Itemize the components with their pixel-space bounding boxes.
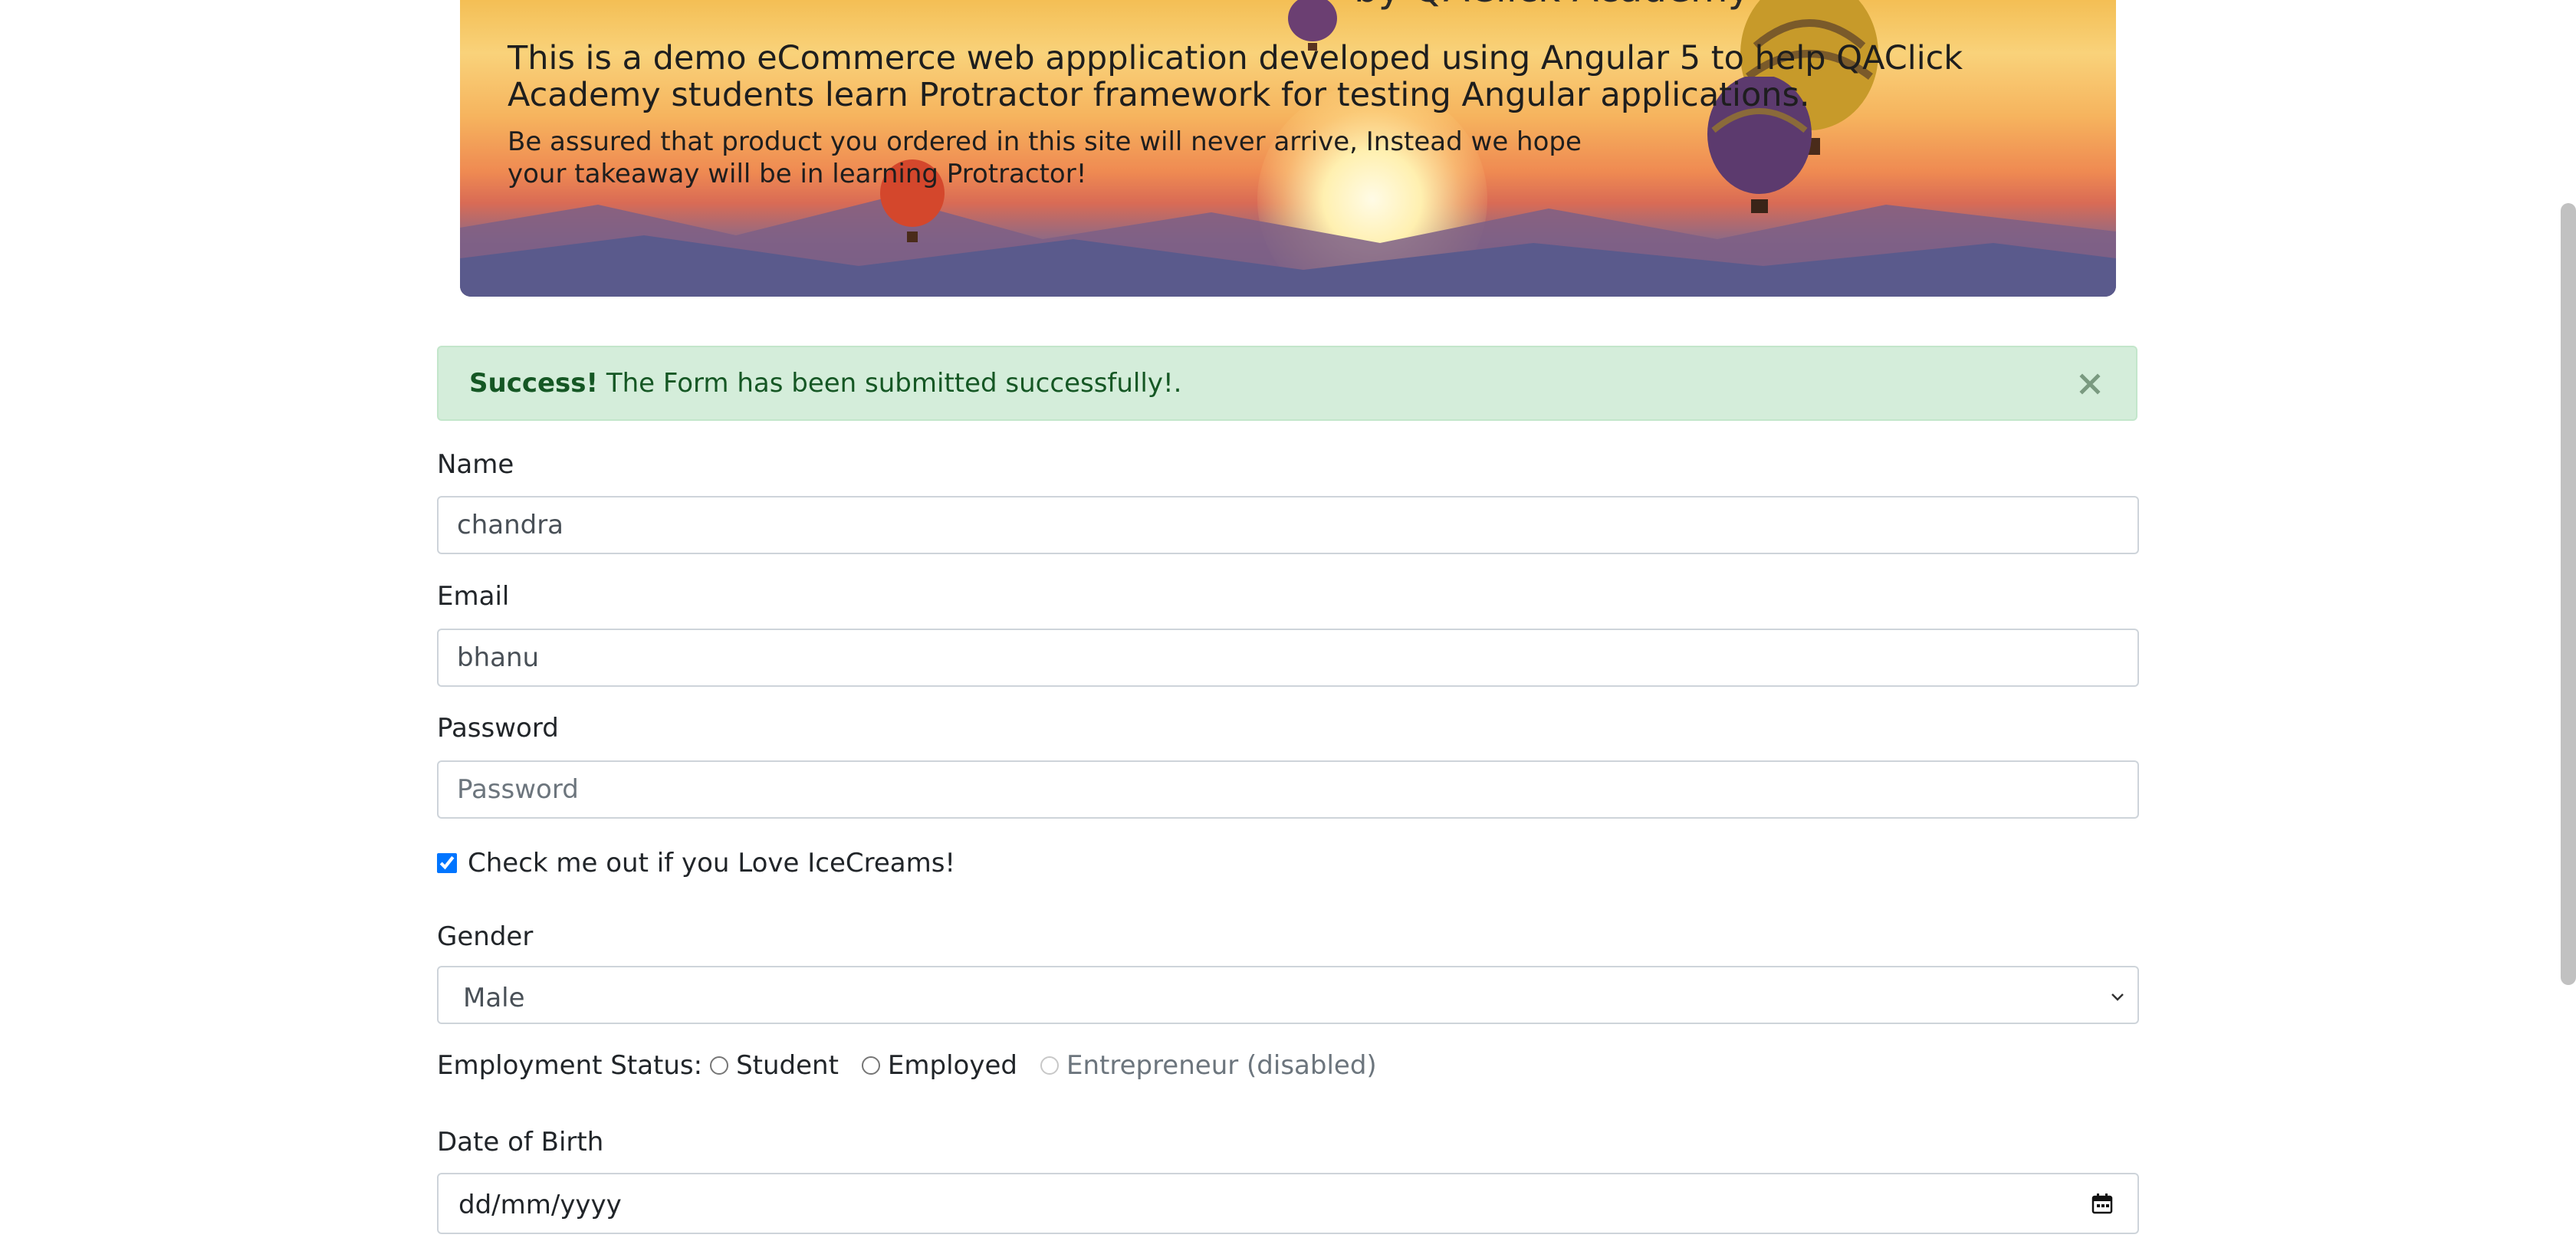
employment-label: Employment Status: (437, 1050, 703, 1081)
gender-label: Gender (437, 921, 534, 952)
gender-select[interactable]: Male (437, 966, 2139, 1024)
hero-title: by QAClick Academy (1354, 0, 1750, 11)
close-icon[interactable] (2073, 367, 2107, 401)
alert-message: The Form has been submitted successfully… (598, 368, 1182, 399)
hero-sub-text: Be assured that product you ordered in t… (508, 126, 1582, 189)
hero-banner: by QAClick Academy This is a demo eComme… (460, 0, 2116, 297)
email-label: Email (437, 581, 510, 612)
password-input[interactable] (437, 760, 2139, 819)
entrepreneur-radio (1040, 1056, 1059, 1075)
student-radio-label[interactable]: Student (736, 1050, 839, 1081)
name-label: Name (437, 449, 514, 480)
employment-status-row: Employment Status: Student Employed Entr… (437, 1050, 1392, 1081)
dob-placeholder: dd/mm/yyyy (458, 1190, 622, 1220)
page: by QAClick Academy This is a demo eComme… (0, 0, 2576, 1251)
page-scrollbar[interactable] (2561, 203, 2576, 985)
employed-radio[interactable] (861, 1056, 880, 1075)
name-input[interactable] (437, 496, 2139, 554)
employed-radio-label[interactable]: Employed (888, 1050, 1017, 1081)
icecream-checkbox-row: Check me out if you Love IceCreams! (437, 848, 955, 878)
entrepreneur-radio-label: Entrepreneur (disabled) (1066, 1050, 1377, 1081)
icecream-checkbox-label[interactable]: Check me out if you Love IceCreams! (468, 848, 955, 878)
student-radio[interactable] (710, 1056, 729, 1075)
success-alert: Success! The Form has been submitted suc… (437, 346, 2137, 421)
chevron-down-icon (2111, 993, 2124, 1001)
hero-lead-text: This is a demo eCommerce web appplicatio… (508, 39, 1963, 114)
dob-label: Date of Birth (437, 1127, 604, 1157)
mountains-graphic (460, 197, 2116, 297)
icecream-checkbox[interactable] (437, 853, 457, 873)
password-label: Password (437, 713, 559, 744)
email-input[interactable] (437, 629, 2139, 687)
calendar-icon[interactable] (2090, 1191, 2114, 1216)
gender-selected-value: Male (463, 983, 525, 1013)
dob-input[interactable]: dd/mm/yyyy (437, 1173, 2139, 1234)
alert-strong: Success! (469, 368, 599, 399)
